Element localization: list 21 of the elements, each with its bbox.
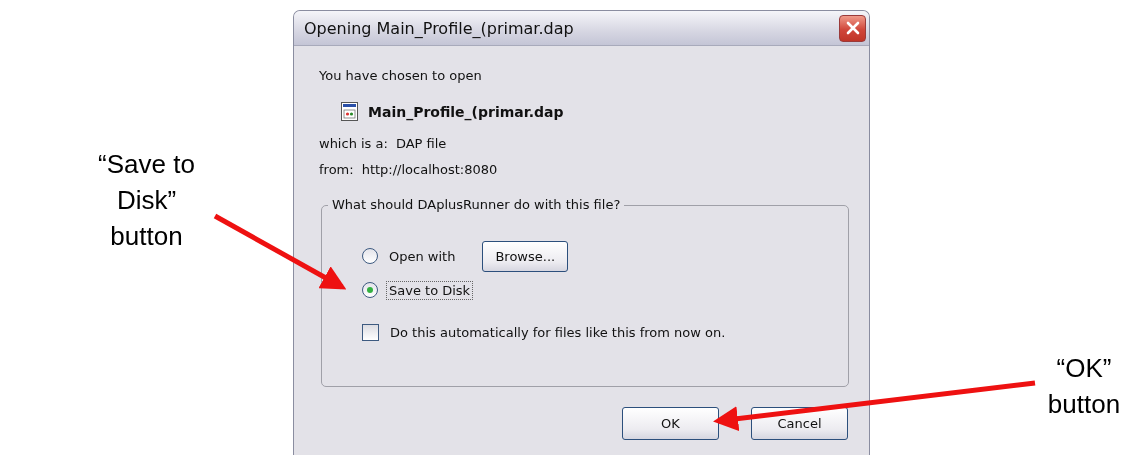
group-label: What should DAplusRunner do with this file? <box>328 197 625 212</box>
ok-button[interactable]: OK <box>622 407 719 440</box>
close-icon <box>844 20 861 36</box>
radio-button[interactable] <box>362 248 378 264</box>
checkbox-label[interactable]: Do this automatically for files like this from now on. <box>387 322 729 342</box>
annotation-text: “OK” button <box>1046 352 1122 421</box>
radio-button[interactable] <box>362 282 378 298</box>
type-value: DAP file <box>395 136 447 151</box>
file-name: Main_Profile_(primar.dap <box>368 103 564 120</box>
browse-button[interactable]: Browse... <box>482 240 569 272</box>
option-label[interactable]: Open with <box>386 246 459 266</box>
from-value: http://localhost:8080 <box>361 162 498 177</box>
annotation-text: “Save to Disk” button <box>97 148 196 253</box>
intro-text: You have chosen to open <box>319 67 483 85</box>
file-icon <box>341 102 358 121</box>
type-label: which is a: <box>319 136 388 151</box>
window-title: Opening Main_Profile_(primar.dap <box>304 18 574 38</box>
from-label: from: <box>319 162 354 177</box>
close-button[interactable] <box>839 14 866 42</box>
option-label[interactable]: Save to Disk <box>386 280 474 300</box>
checkbox[interactable] <box>362 323 379 341</box>
